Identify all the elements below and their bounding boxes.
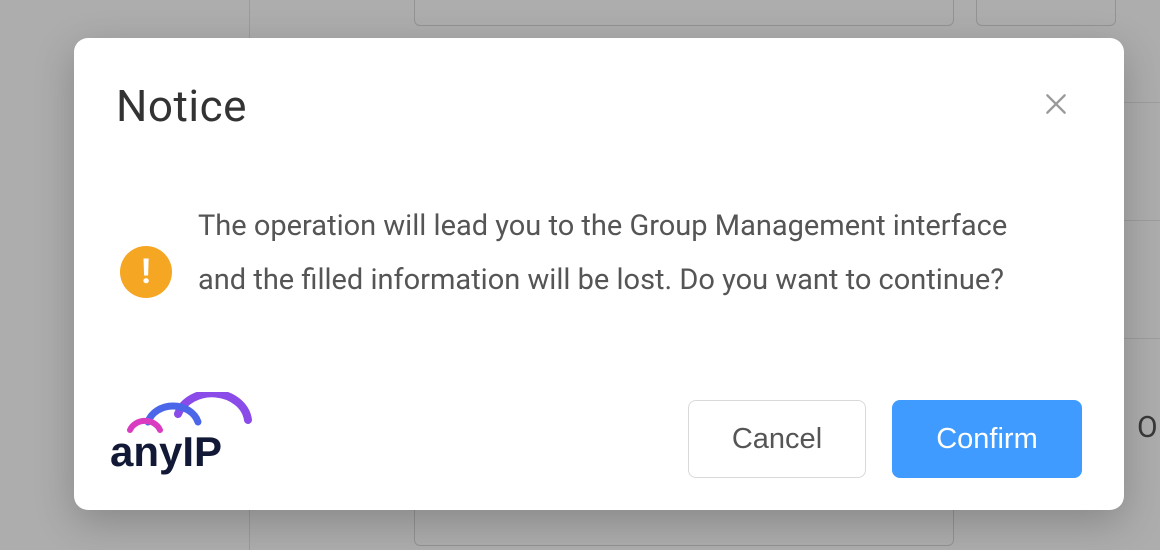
anyip-logo: anyIP — [110, 392, 310, 486]
warning-icon: ! — [120, 246, 172, 298]
cancel-button[interactable]: Cancel — [688, 400, 866, 478]
modal-footer: Cancel Confirm — [688, 400, 1082, 478]
modal-body: ! The operation will lead you to the Gro… — [120, 196, 1078, 307]
confirm-button[interactable]: Confirm — [892, 400, 1082, 478]
modal-title: Notice — [116, 80, 247, 132]
close-icon — [1043, 91, 1069, 121]
close-button[interactable] — [1032, 82, 1080, 130]
notice-dialog: Notice ! The operation will lead you to … — [74, 38, 1124, 510]
svg-text:anyIP: anyIP — [110, 428, 222, 475]
modal-message: The operation will lead you to the Group… — [198, 196, 1078, 307]
